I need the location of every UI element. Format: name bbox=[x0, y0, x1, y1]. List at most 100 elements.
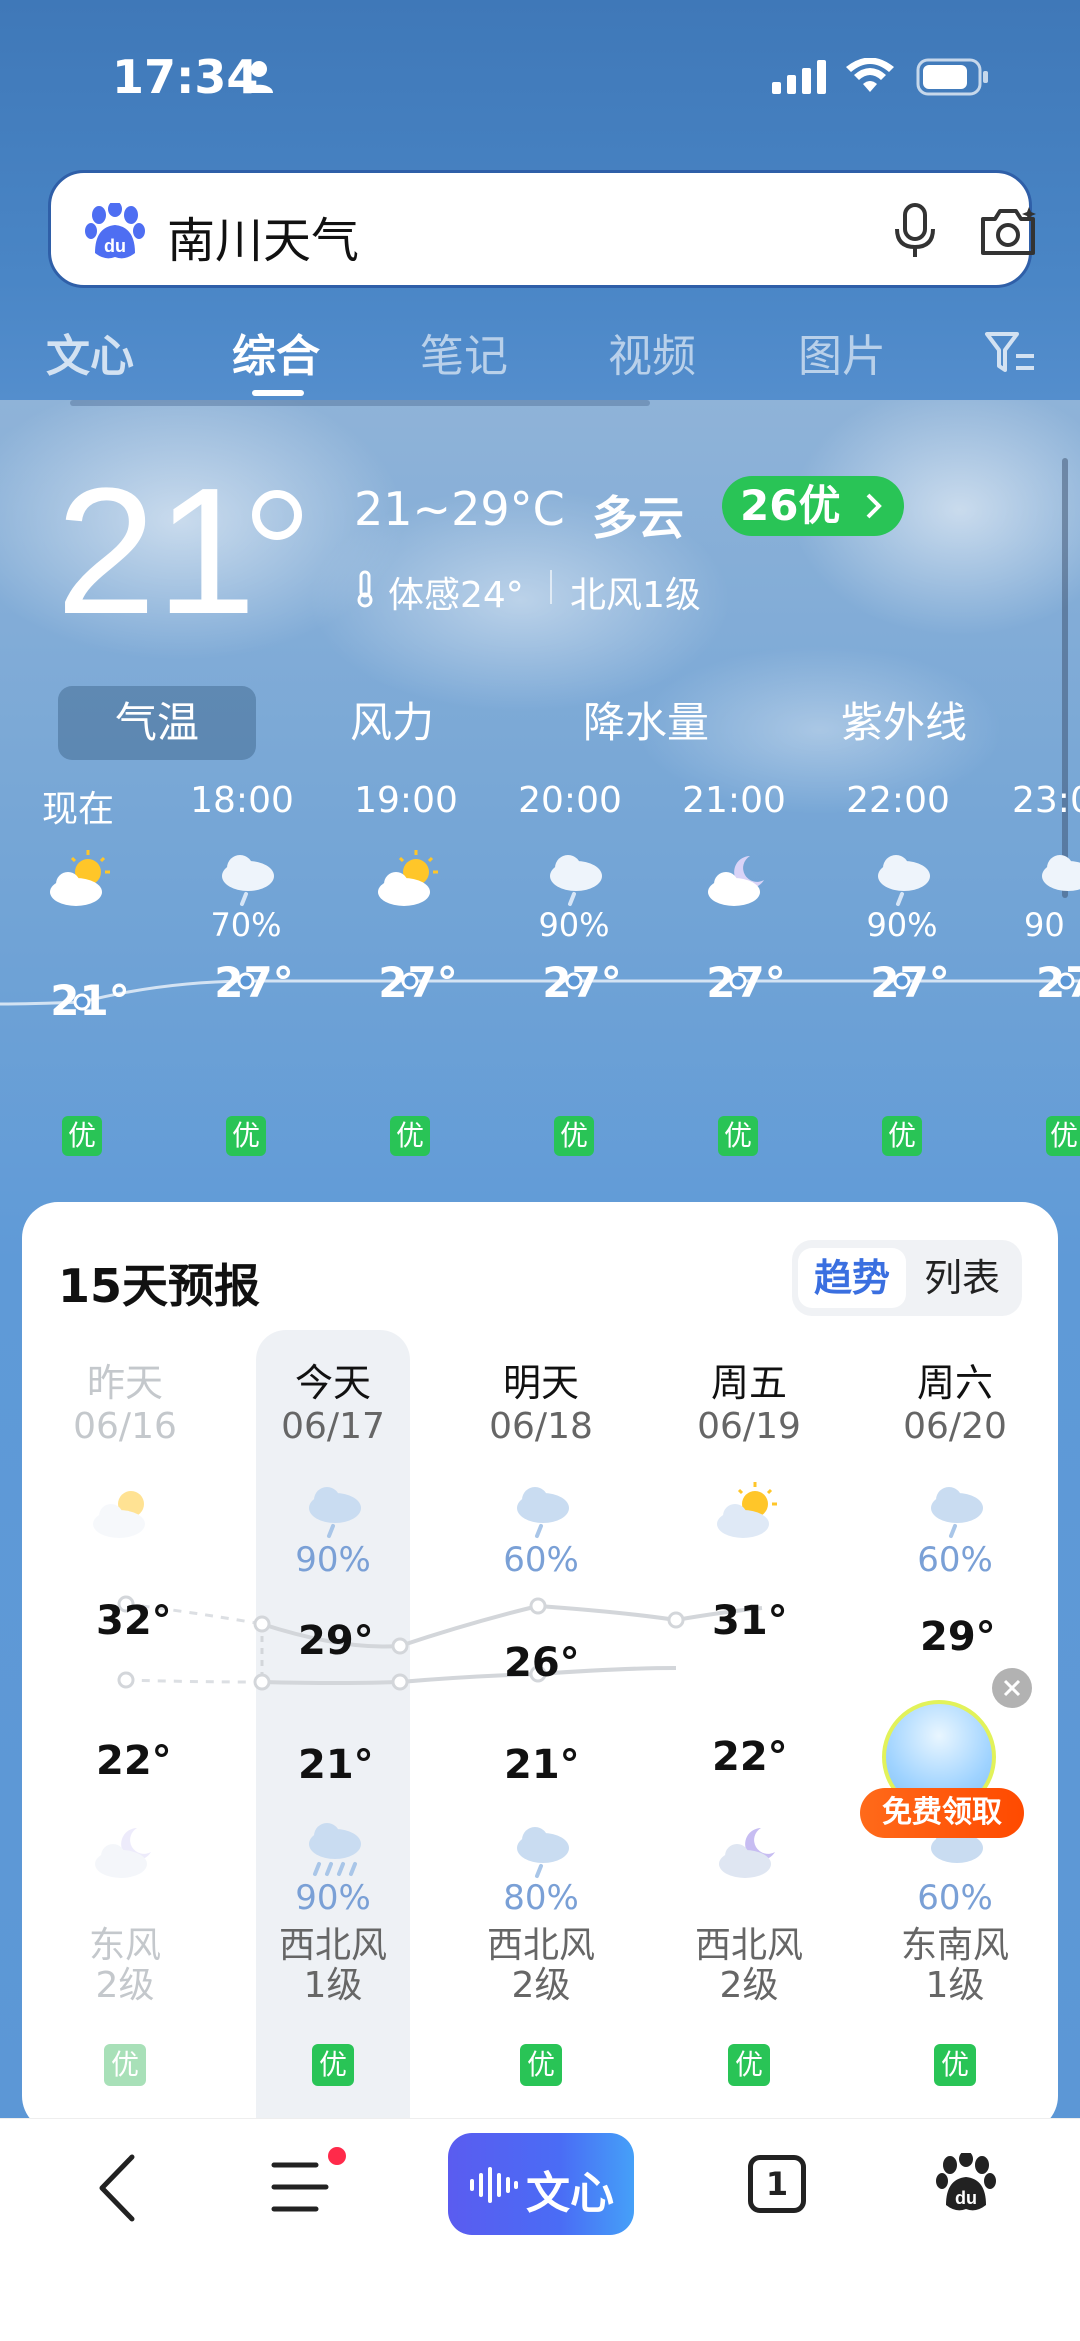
tabs-count-button[interactable]: 1 bbox=[748, 2155, 806, 2213]
day-date: 06/16 bbox=[73, 1406, 177, 1447]
wind-level: 2级 bbox=[511, 1965, 571, 2006]
search-input[interactable]: 南川天气 bbox=[167, 201, 359, 271]
filter-icon[interactable] bbox=[984, 330, 1036, 376]
baidu-paw-logo-icon: du bbox=[85, 203, 145, 259]
temperature-range: 21~29°C bbox=[354, 482, 565, 536]
hour-precip-prob: 70% bbox=[210, 906, 282, 944]
wind-level: 1级 bbox=[303, 1965, 363, 2006]
day-high-temp: 31° bbox=[712, 1598, 788, 1644]
hour-time: 23:0 bbox=[1012, 780, 1080, 821]
tab-images[interactable]: 图片 bbox=[798, 320, 886, 384]
back-arrow-icon[interactable] bbox=[94, 2153, 140, 2223]
day-wind: 西北风 1级 bbox=[230, 1926, 436, 2006]
day-name: 周六 bbox=[916, 1361, 993, 1405]
hour-aqi-badge: 优 bbox=[226, 1116, 266, 1156]
day-date: 06/17 bbox=[281, 1406, 385, 1447]
search-bar[interactable]: du 南川天气 bbox=[48, 170, 1036, 288]
hour-temperature: 27° bbox=[214, 958, 294, 1007]
tab-wind[interactable]: 风力 bbox=[312, 686, 472, 760]
partly-cloudy-sun-icon bbox=[93, 1491, 145, 1538]
tab-notes[interactable]: 笔记 bbox=[420, 320, 508, 384]
fifteen-day-forecast-card: 15天预报 趋势 列表 昨天 06/16 32° 22° 东风 2级 优 今天 … bbox=[22, 1202, 1058, 2132]
wifi-icon bbox=[846, 58, 894, 92]
promo-label[interactable]: 免费领取 bbox=[860, 1788, 1024, 1838]
hour-time: 现在 bbox=[41, 789, 114, 830]
rain-cloud-icon bbox=[931, 1487, 983, 1538]
chevron-right-icon bbox=[867, 493, 883, 519]
hour-temperature: 27° bbox=[870, 958, 950, 1007]
wind-direction: 西北风 bbox=[278, 1925, 387, 1966]
hour-aqi-badge: 优 bbox=[62, 1116, 102, 1156]
day-wind: 东南风 1级 bbox=[852, 1926, 1058, 2006]
day-precip-prob: 60% bbox=[917, 1540, 993, 1580]
tab-wenxin[interactable]: 文心 bbox=[46, 320, 134, 384]
wind-direction: 西北风 bbox=[694, 1925, 803, 1966]
svg-text:du: du bbox=[955, 2188, 977, 2208]
rain-cloud-icon bbox=[309, 1487, 361, 1538]
hour-precip-prob: 90% bbox=[538, 906, 610, 944]
day-aqi-badge: 优 bbox=[104, 2044, 146, 2086]
tab-precipitation[interactable]: 降水量 bbox=[556, 686, 736, 760]
day-low-temp: 22° bbox=[712, 1734, 788, 1780]
camera-search-icon[interactable] bbox=[977, 203, 1039, 261]
hour-time: 19:00 bbox=[354, 780, 458, 821]
separator bbox=[550, 570, 552, 604]
day-column[interactable]: 昨天 06/16 32° 22° 东风 2级 优 bbox=[22, 1352, 228, 2132]
wenxin-label: 文心 bbox=[526, 2168, 614, 2219]
wind-text: 北风1级 bbox=[570, 575, 701, 616]
tab-general[interactable]: 综合 bbox=[232, 320, 320, 384]
day-column[interactable]: 周五 06/19 31° 22° 西北风 2级 优 bbox=[646, 1352, 852, 2132]
day-column[interactable]: 明天 06/18 60% 26° 21° 80% 西北风 2级 优 bbox=[438, 1352, 644, 2132]
day-low-temp: 22° bbox=[96, 1738, 172, 1784]
day-date: 06/20 bbox=[903, 1406, 1007, 1447]
status-time: 17:34 bbox=[112, 50, 259, 104]
microphone-icon[interactable] bbox=[893, 203, 937, 259]
night-precip-prob: 80% bbox=[503, 1878, 579, 1918]
hour-precip-prob: 90 bbox=[1024, 906, 1065, 944]
menu-icon[interactable] bbox=[270, 2159, 330, 2215]
hour-temperature: 27° bbox=[706, 958, 786, 1007]
feels-like-text: 体感24° bbox=[388, 575, 524, 616]
bottom-navigation: 文心 1 du bbox=[0, 2118, 1080, 2341]
day-low-temp: 21° bbox=[298, 1742, 374, 1788]
hour-temperature: 27° bbox=[542, 958, 622, 1007]
signal-icon bbox=[772, 60, 826, 94]
day-wind: 东风 2级 bbox=[22, 1926, 228, 2006]
status-bar: 17:34 bbox=[0, 0, 1080, 160]
day-aqi-badge: 优 bbox=[312, 2044, 354, 2086]
tab-uv[interactable]: 紫外线 bbox=[814, 686, 994, 760]
day-precip-prob: 90% bbox=[295, 1540, 371, 1580]
wind-level: 2级 bbox=[95, 1965, 155, 2006]
hour-aqi-badge: 优 bbox=[390, 1116, 430, 1156]
partly-cloudy-sun-icon bbox=[378, 850, 438, 906]
day-date: 06/19 bbox=[697, 1406, 801, 1447]
free-claim-promo[interactable]: 免费领取 bbox=[860, 1700, 1030, 1840]
hourly-forecast: 现在 21° 优 18:00 70% 27° 优 19:00 27° 优 20:… bbox=[0, 780, 1080, 1200]
night-precip-prob: 60% bbox=[917, 1878, 993, 1918]
hour-time: 18:00 bbox=[190, 780, 294, 821]
hour-aqi-badge: 优 bbox=[718, 1116, 758, 1156]
day-wind: 西北风 2级 bbox=[646, 1926, 852, 2006]
wind-direction: 西北风 bbox=[486, 1925, 595, 1966]
wenxin-button[interactable]: 文心 bbox=[448, 2133, 634, 2235]
baidu-paw-icon[interactable]: du bbox=[936, 2153, 996, 2215]
tab-temperature[interactable]: 气温 bbox=[58, 686, 256, 760]
tab-video[interactable]: 视频 bbox=[608, 320, 696, 384]
day-name: 周五 bbox=[710, 1361, 787, 1405]
day-low-temp: 21° bbox=[504, 1742, 580, 1788]
current-temperature: 21 bbox=[56, 451, 257, 652]
day-name: 昨天 bbox=[86, 1361, 163, 1405]
hour-temperature: 21° bbox=[50, 976, 130, 1025]
hour-time: 22:00 bbox=[846, 780, 950, 821]
cloudy-moon-icon bbox=[708, 856, 764, 906]
svg-text:du: du bbox=[104, 236, 126, 256]
day-aqi-badge: 优 bbox=[934, 2044, 976, 2086]
person-icon bbox=[245, 61, 273, 93]
voice-wave-icon bbox=[470, 2167, 518, 2203]
wind-level: 1级 bbox=[925, 1965, 985, 2006]
aqi-badge[interactable]: 26优 bbox=[722, 476, 905, 536]
day-high-temp: 29° bbox=[920, 1614, 996, 1660]
day-column[interactable]: 今天 06/17 90% 29° 21° 90% 西北风 1级 优 bbox=[230, 1352, 436, 2132]
thermometer-icon bbox=[357, 570, 373, 608]
hour-aqi-badge: 优 bbox=[554, 1116, 594, 1156]
